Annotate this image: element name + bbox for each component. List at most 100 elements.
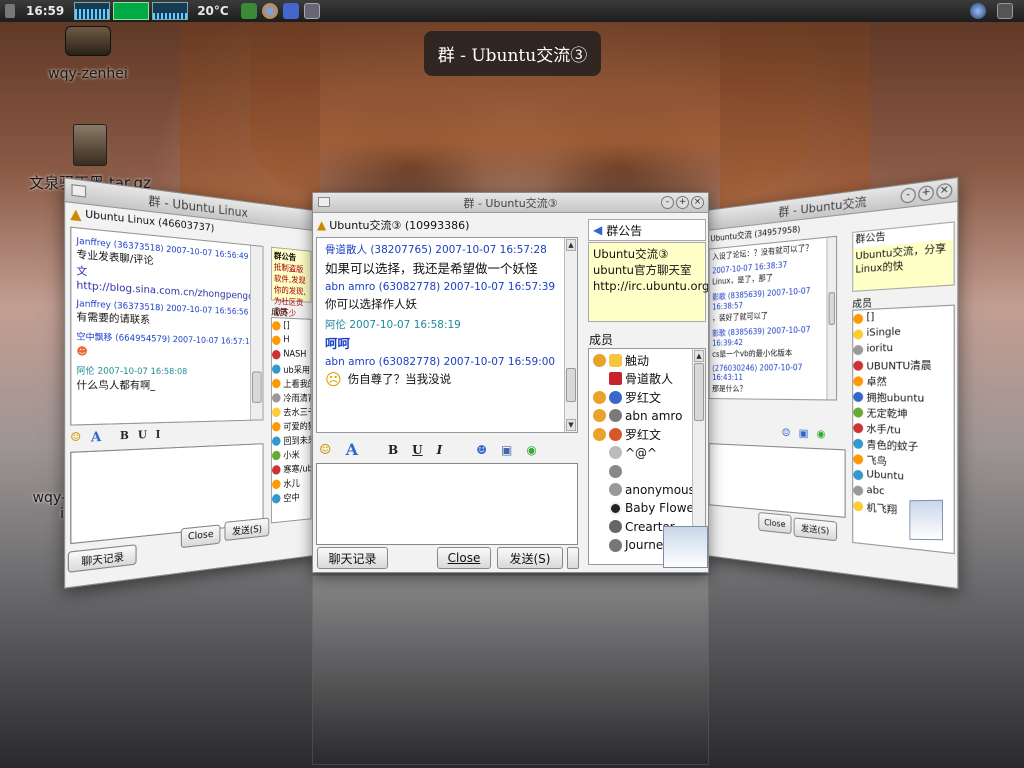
send-button[interactable]: 发送(S)	[224, 517, 270, 542]
chat-scrollbar[interactable]	[250, 245, 263, 420]
group-name: Ubuntu交流③ (10993386)	[329, 219, 470, 232]
member-item[interactable]: ub采用	[272, 361, 310, 376]
clock[interactable]: 16:59	[26, 0, 64, 22]
group-icon: ▲	[70, 205, 82, 223]
member-item[interactable]: ^@^	[593, 444, 691, 463]
chat-history[interactable]: Janffrey (36373518) 2007-10-07 16:56:49 …	[70, 226, 264, 426]
message-header: abn amro (63082778) 2007-10-07 16:59:00	[325, 356, 556, 368]
member-item[interactable]: 罗红文	[593, 425, 691, 444]
avatar	[609, 483, 622, 497]
close-icon[interactable]: ×	[691, 196, 704, 209]
maximize-icon[interactable]: +	[918, 184, 934, 202]
emoticon-button[interactable]: ☺	[70, 431, 81, 444]
chat-scrollbar[interactable]: ▲ ▼	[564, 238, 577, 432]
bold-button[interactable]: B	[388, 443, 398, 457]
minimize-icon[interactable]: -	[900, 187, 916, 204]
avatar	[609, 501, 622, 515]
member-item[interactable]: 触动	[593, 351, 691, 370]
message-body: 如果可以选择，我还是希望做一个妖怪	[325, 261, 538, 276]
member-item[interactable]: NASH	[272, 347, 310, 362]
message-body: 你可以选择作人妖	[325, 297, 417, 311]
member-item[interactable]: 骨道散人	[593, 370, 691, 389]
close-icon[interactable]: ×	[936, 182, 953, 200]
desktop-icon-drive[interactable]: wqy-zenhei	[40, 26, 136, 82]
window-menu-icon[interactable]	[71, 184, 87, 198]
workspace-icon[interactable]	[997, 0, 1018, 22]
scroll-up-icon[interactable]: ▲	[566, 239, 576, 251]
screenshot-icon[interactable]: ▣	[501, 443, 512, 457]
sad-face-icon: ☹	[325, 370, 342, 389]
scroll-up-icon[interactable]: ▲	[694, 350, 704, 362]
notice-text: Ubuntu交流，分享Linux的快	[855, 243, 947, 277]
emoticon-button[interactable]: ☺	[319, 442, 332, 458]
people-icon[interactable]	[240, 3, 257, 19]
member-item[interactable]: 罗红文	[593, 388, 691, 407]
member-item[interactable]: 无定乾坤	[853, 404, 953, 422]
left-chat-window[interactable]: 群 - Ubuntu Linux ▲ Ubuntu Linux (46603737…	[63, 177, 315, 589]
member-item[interactable]: 拥抱ubuntu	[853, 389, 953, 406]
message-body: 那是什么？	[712, 384, 747, 394]
bold-button[interactable]: B	[120, 430, 129, 442]
emoticon-icon: ☻	[76, 346, 88, 359]
system-monitor[interactable]	[74, 0, 191, 22]
maximize-icon[interactable]: +	[676, 196, 689, 209]
member-item[interactable]: 空中	[272, 488, 310, 506]
message-input[interactable]	[316, 463, 578, 545]
font-button[interactable]: A	[346, 440, 358, 459]
member-item[interactable]: 回到未来	[272, 432, 311, 448]
underline-button[interactable]: U	[138, 430, 147, 442]
close-button[interactable]: Close	[437, 547, 491, 569]
message-body: 呵呵	[325, 336, 351, 351]
member-item[interactable]: abn amro	[593, 407, 691, 426]
send-options-button[interactable]	[567, 547, 579, 569]
member-item[interactable]: 卓然	[853, 372, 953, 389]
chat-history[interactable]: 骨道散人 (38207765) 2007-10-07 16:57:28 如果可以…	[316, 237, 578, 433]
main-chat-window[interactable]: 群 - Ubuntu交流③ - + × ▲ Ubuntu交流③ (10993386)…	[312, 192, 709, 573]
trash-icon[interactable]	[5, 0, 20, 22]
history-button[interactable]: 聊天记录	[317, 547, 388, 569]
chat-scrollbar[interactable]	[826, 236, 836, 400]
italic-button[interactable]: I	[156, 429, 161, 440]
member-item[interactable]: 上看我的	[272, 376, 311, 390]
avatar	[609, 390, 622, 404]
chat-bubble-icon[interactable]: ◉	[526, 443, 536, 457]
face-icon[interactable]: ☺	[782, 427, 791, 439]
image-icon[interactable]: ▣	[799, 428, 809, 440]
member-item[interactable]: UBUNTU清晨	[853, 356, 953, 373]
underline-button[interactable]: U	[412, 443, 422, 457]
firefox-icon[interactable]	[261, 3, 278, 19]
preview-thumbnail[interactable]	[663, 526, 708, 568]
member-item[interactable]	[593, 462, 691, 481]
font-button[interactable]: A	[91, 429, 101, 445]
member-item[interactable]: Baby Flower	[593, 499, 699, 518]
member-item[interactable]: H	[272, 332, 310, 347]
message-input[interactable]	[708, 443, 846, 518]
chat-history[interactable]: 入设了论坛：？没有就可以了？ 2007-10-07 16:38:37 Linux…	[708, 235, 838, 401]
titlebar[interactable]: 群 - Ubuntu交流③ - + ×	[313, 193, 708, 213]
history-button[interactable]: 聊天记录	[67, 544, 137, 573]
chat-icon[interactable]: ◉	[816, 429, 825, 441]
editor-icon[interactable]	[282, 3, 299, 19]
terminal-icon[interactable]	[303, 3, 320, 19]
face-icon[interactable]: ☻	[476, 443, 487, 457]
send-button[interactable]: 发送(S)	[497, 547, 563, 569]
member-item[interactable]: anonymous	[593, 481, 695, 500]
member-item[interactable]: ioritu	[853, 339, 953, 357]
avatar	[593, 390, 606, 404]
close-button[interactable]: Close	[180, 524, 221, 549]
send-button[interactable]: 发送(S)	[793, 517, 838, 542]
italic-button[interactable]: I	[437, 443, 443, 457]
member-list[interactable]: [] H NASH ub采用 上看我的 冷雨清宵 去水三千 可爱的猪 回到未来 …	[271, 316, 312, 524]
close-button[interactable]: Close	[758, 511, 792, 535]
member-item[interactable]: []	[272, 318, 310, 334]
network-icon[interactable]	[970, 0, 991, 22]
window-menu-icon[interactable]	[318, 197, 330, 207]
message-body: 什么鸟人都有啊_	[76, 380, 156, 393]
preview-thumbnail[interactable]	[909, 499, 943, 541]
member-item[interactable]: 去水三千	[272, 404, 311, 419]
member-item[interactable]: 可爱的猪	[272, 418, 311, 433]
member-item[interactable]: 冷雨清宵	[272, 390, 311, 405]
scroll-down-icon[interactable]: ▼	[566, 419, 576, 431]
minimize-icon[interactable]: -	[661, 196, 674, 209]
drive-icon	[65, 26, 111, 56]
